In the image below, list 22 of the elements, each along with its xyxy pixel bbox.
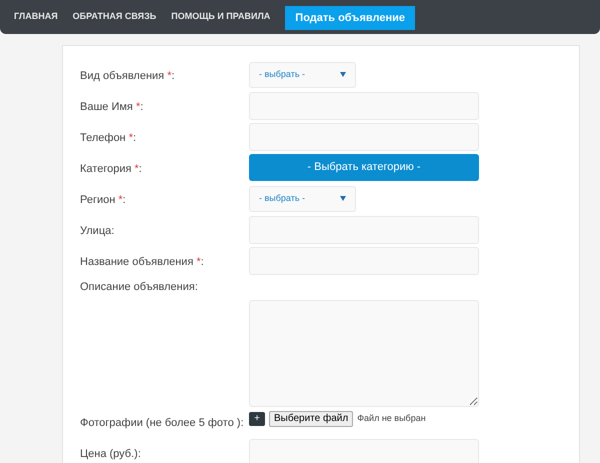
field-label: Описание объявления: [80, 280, 198, 295]
dropdown-arrow-icon [340, 196, 346, 201]
field-label: Категория *: [80, 162, 142, 174]
nav-link[interactable]: ГЛАВНАЯ [14, 10, 58, 24]
dropdown-arrow-icon [340, 72, 346, 77]
choose-file-button[interactable]: Выберите файл [269, 411, 354, 427]
select-field[interactable]: - выбрать - [249, 62, 356, 88]
choose-category-button[interactable]: - Выбрать категорию - [249, 154, 479, 181]
file-status: Файл не выбран [357, 412, 426, 426]
select-field[interactable]: - выбрать - [249, 186, 356, 212]
field-label: Телефон *: [80, 132, 136, 144]
field-label: Вид объявления *: [80, 70, 175, 82]
field-label: Регион *: [80, 194, 126, 206]
field-label: Ваше Имя *: [80, 100, 144, 112]
nav-link[interactable]: ОБРАТНАЯ СВЯЗЬ [72, 10, 156, 24]
add-photo-button[interactable]: + [249, 412, 265, 426]
description-textarea[interactable] [249, 300, 479, 407]
field-label: Цена (руб.): [80, 448, 141, 460]
field-label: Фотографии (не более 5 фото ): [80, 416, 244, 430]
field-label: Название объявления *: [80, 256, 204, 268]
field-label: Улица: [80, 224, 114, 236]
nav-link[interactable]: ПОМОЩЬ И ПРАВИЛА [171, 10, 270, 24]
